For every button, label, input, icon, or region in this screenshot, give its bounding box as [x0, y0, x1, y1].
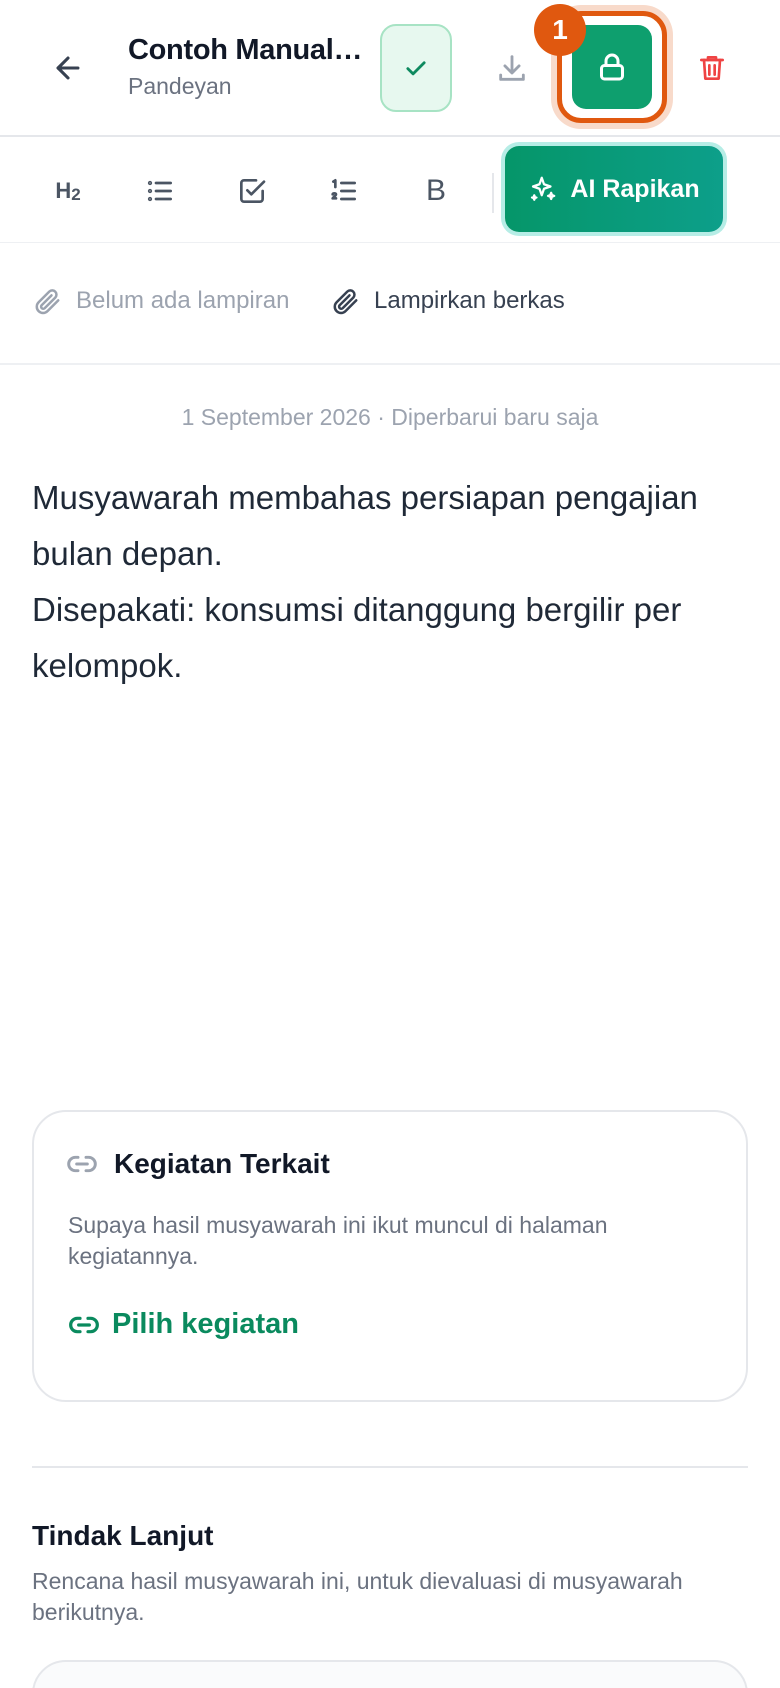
back-button[interactable] — [44, 44, 92, 92]
note-meta: 1 September 2026 · Diperbarui baru saja — [181, 404, 599, 430]
ai-tidy-label: AI Rapikan — [570, 174, 700, 203]
ai-tidy-button[interactable]: AI Rapikan — [505, 146, 723, 232]
lock-icon — [600, 53, 624, 81]
heading-2-icon: H2 — [55, 177, 81, 204]
bold-button[interactable]: B — [412, 167, 460, 215]
heading-2-button[interactable]: H2 — [44, 167, 92, 215]
related-activity-description: Supaya hasil musyawarah ini ikut muncul … — [68, 1212, 608, 1269]
follow-up-title: Tindak Lanjut — [32, 1520, 214, 1551]
checkbox-button[interactable] — [228, 167, 276, 215]
note-editor-screen: Contoh Manual ... Pandeyan 1 H2 B AI Rap… — [0, 0, 780, 1688]
paperclip-icon — [35, 289, 60, 315]
step-badge: 1 — [534, 4, 586, 56]
paperclip-icon — [333, 289, 358, 315]
related-activity-card: Kegiatan Terkait Supaya hasil musyawarah… — [32, 1110, 748, 1402]
top-app-bar: Contoh Manual ... Pandeyan 1 — [0, 0, 780, 137]
note-line: Musyawarah membahas persiapan pengajian … — [32, 479, 698, 572]
attachments-empty-label: Belum ada lampiran — [76, 287, 290, 314]
note-body-editor[interactable]: Musyawarah membahas persiapan pengajian … — [32, 470, 748, 694]
checkbox-icon — [240, 179, 266, 203]
bullet-list-button[interactable] — [136, 167, 184, 215]
section-divider — [32, 1466, 748, 1468]
follow-up-card[interactable] — [32, 1660, 748, 1688]
related-activity-header: Kegiatan Terkait — [66, 1148, 330, 1180]
sparkles-icon — [531, 176, 556, 201]
choose-activity-label: Pilih kegiatan — [112, 1308, 299, 1340]
attach-file-button[interactable]: Lampirkan berkas — [330, 286, 565, 316]
note-title-block: Contoh Manual ... Pandeyan — [128, 34, 364, 100]
download-icon — [499, 55, 525, 81]
attachments-empty: Belum ada lampiran — [32, 286, 289, 316]
numbered-list-icon — [331, 179, 356, 201]
link-icon — [69, 1316, 99, 1333]
link-icon — [67, 1155, 97, 1173]
trash-icon — [700, 56, 724, 80]
bold-icon: B — [425, 174, 446, 207]
toolbar-divider — [492, 173, 494, 213]
bullet-list-icon — [147, 180, 172, 202]
note-line: Disepakati: konsumsi ditanggung bergilir… — [32, 591, 682, 684]
related-activity-title: Kegiatan Terkait — [114, 1148, 330, 1179]
attach-file-label: Lampirkan berkas — [374, 287, 565, 314]
attachments-row: Belum ada lampiran Lampirkan berkas — [0, 244, 780, 365]
note-title: Contoh Manual ... — [128, 34, 364, 66]
choose-activity-button[interactable]: Pilih kegiatan — [68, 1308, 299, 1341]
download-button[interactable] — [488, 44, 536, 92]
note-subtitle: Pandeyan — [128, 73, 232, 99]
arrow-left-icon — [56, 56, 80, 80]
delete-button[interactable] — [688, 44, 736, 92]
numbered-list-button[interactable] — [320, 167, 368, 215]
follow-up-description: Rencana hasil musyawarah ini, untuk diev… — [32, 1568, 683, 1625]
check-icon — [406, 61, 426, 76]
save-button[interactable] — [380, 24, 452, 112]
